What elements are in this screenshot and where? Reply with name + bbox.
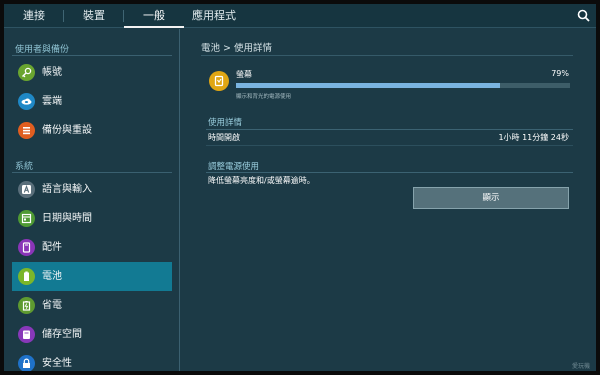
breadcrumb: 電池 > 使用詳情 <box>201 40 272 54</box>
section-header-usage-details: 使用詳情 <box>208 118 243 128</box>
power-tip-text: 降低螢幕亮度和/或螢幕逾時。 <box>208 176 315 185</box>
usage-label: 螢幕 <box>236 70 252 79</box>
language-icon <box>18 181 35 198</box>
tab-applications[interactable]: 應用程式 <box>184 4 244 28</box>
section-header-user-backup: 使用者與備份 <box>15 45 70 55</box>
sidebar-item-label: 帳號 <box>42 67 62 78</box>
divider <box>206 172 573 173</box>
key-icon <box>18 64 35 81</box>
sidebar-item-language-input[interactable]: 語言與輸入 <box>12 175 172 204</box>
divider <box>206 129 573 130</box>
battery-icon <box>18 268 35 285</box>
search-icon <box>577 9 590 22</box>
battery-usage-icon <box>209 71 229 91</box>
sidebar-item-accessories[interactable]: 配件 <box>12 233 172 262</box>
sidebar-item-label: 配件 <box>42 242 62 253</box>
sidebar-item-power-saving[interactable]: 省電 <box>12 291 172 320</box>
sidebar-item-label: 電池 <box>42 271 62 282</box>
usage-bar-fill <box>236 83 500 88</box>
sidebar-item-label: 省電 <box>42 300 62 311</box>
lock-icon <box>18 355 35 371</box>
tab-general[interactable]: 一般 <box>124 4 184 28</box>
storage-icon <box>18 326 35 343</box>
watermark: 愛玩機 <box>571 363 590 370</box>
sidebar-item-label: 雲端 <box>42 96 62 107</box>
tab-connections[interactable]: 連接 <box>4 4 64 28</box>
divider <box>201 55 573 56</box>
settings-window: 連接 裝置 一般 應用程式 使用者與備份 帳號 雲端 備份與重設 系統 語言與輸… <box>4 4 596 371</box>
section-header-system: 系統 <box>15 162 34 172</box>
divider <box>206 145 573 146</box>
divider <box>12 55 172 56</box>
divider <box>12 172 172 173</box>
accessory-icon <box>18 239 35 256</box>
sidebar-item-storage[interactable]: 儲存空間 <box>12 320 172 349</box>
page-title: 使用詳情 <box>233 43 272 54</box>
sidebar-item-battery[interactable]: 電池 <box>12 262 172 291</box>
sidebar-item-label: 日期與時間 <box>42 213 92 224</box>
usage-bar <box>236 83 570 88</box>
breadcrumb-parent[interactable]: 電池 <box>201 43 220 54</box>
time-on-label: 時間開啟 <box>208 133 240 142</box>
screen-usage-row: 螢幕 79% 顯示和背光的電源使用 <box>207 68 573 102</box>
backup-icon <box>18 122 35 139</box>
sidebar-item-accounts[interactable]: 帳號 <box>12 58 172 87</box>
sidebar-item-label: 安全性 <box>42 358 72 369</box>
sidebar-item-label: 語言與輸入 <box>42 184 92 195</box>
sidebar-item-label: 備份與重設 <box>42 125 92 136</box>
sidebar-item-backup-reset[interactable]: 備份與重設 <box>12 116 172 145</box>
settings-sidebar: 使用者與備份 帳號 雲端 備份與重設 系統 語言與輸入 日期與時間 配件 電池 … <box>4 29 180 371</box>
sidebar-item-security[interactable]: 安全性 <box>12 349 172 371</box>
breadcrumb-separator: > <box>223 43 231 54</box>
calendar-icon <box>18 210 35 227</box>
sidebar-item-label: 儲存空間 <box>42 329 82 340</box>
section-header-adjust-power: 調整電源使用 <box>208 162 260 172</box>
sidebar-item-date-time[interactable]: 日期與時間 <box>12 204 172 233</box>
sidebar-item-cloud[interactable]: 雲端 <box>12 87 172 116</box>
usage-percent: 79% <box>551 69 569 78</box>
search-button[interactable] <box>572 4 596 28</box>
cloud-icon <box>18 93 35 110</box>
tab-bar: 連接 裝置 一般 應用程式 <box>4 4 596 28</box>
usage-description: 顯示和背光的電源使用 <box>236 94 292 100</box>
time-on-value: 1小時 11分鐘 24秒 <box>498 133 569 142</box>
show-button[interactable]: 顯示 <box>413 187 569 209</box>
tab-device[interactable]: 裝置 <box>64 4 124 28</box>
power-saving-icon <box>18 297 35 314</box>
